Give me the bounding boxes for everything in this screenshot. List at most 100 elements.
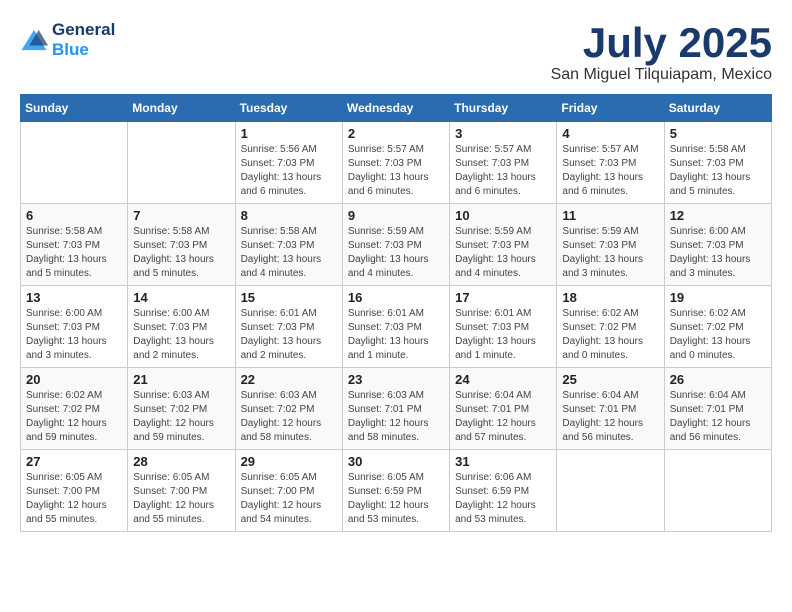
day-number: 24 <box>455 372 551 387</box>
day-info: Sunrise: 5:58 AM Sunset: 7:03 PM Dayligh… <box>670 143 766 199</box>
calendar-cell: 19 Sunrise: 6:02 AM Sunset: 7:02 PM Dayli… <box>664 286 771 368</box>
day-number: 19 <box>670 290 766 305</box>
calendar-cell: 6Sunrise: 5:58 AM Sunset: 7:03 PM Daylig… <box>21 204 128 286</box>
calendar-cell: 18Sunrise: 6:02 AM Sunset: 7:02 PM Dayli… <box>557 286 664 368</box>
day-number: 29 <box>241 454 337 469</box>
title-block: July 2025 San Miguel Tilquiapam, Mexico <box>551 20 772 84</box>
calendar-cell: 1 Sunrise: 5:56 AM Sunset: 7:03 PM Daylig… <box>235 122 342 204</box>
day-number: 2 <box>348 126 444 141</box>
calendar-cell: 9 Sunrise: 5:59 AM Sunset: 7:03 PM Daylig… <box>342 204 449 286</box>
calendar-cell: 31Sunrise: 6:06 AM Sunset: 6:59 PM Dayli… <box>450 450 557 532</box>
day-info: Sunrise: 5:57 AM Sunset: 7:03 PM Dayligh… <box>562 143 658 199</box>
calendar-cell: 29 Sunrise: 6:05 AM Sunset: 7:00 PM Dayli… <box>235 450 342 532</box>
calendar-cell: 10Sunrise: 5:59 AM Sunset: 7:03 PM Dayli… <box>450 204 557 286</box>
day-info: Sunrise: 6:00 AM Sunset: 7:03 PM Dayligh… <box>670 225 766 281</box>
day-number: 21 <box>133 372 229 387</box>
day-number: 7 <box>133 208 229 223</box>
day-number: 13 <box>26 290 122 305</box>
calendar-cell: 13 Sunrise: 6:00 AM Sunset: 7:03 PM Dayli… <box>21 286 128 368</box>
calendar-week-3: 13 Sunrise: 6:00 AM Sunset: 7:03 PM Dayli… <box>21 286 772 368</box>
day-info: Sunrise: 6:04 AM Sunset: 7:01 PM Dayligh… <box>455 389 551 445</box>
day-info: Sunrise: 6:05 AM Sunset: 6:59 PM Dayligh… <box>348 471 444 527</box>
calendar-cell: 30 Sunrise: 6:05 AM Sunset: 6:59 PM Dayli… <box>342 450 449 532</box>
calendar-week-4: 20 Sunrise: 6:02 AM Sunset: 7:02 PM Dayli… <box>21 368 772 450</box>
logo-icon <box>20 28 48 52</box>
calendar-body: 1 Sunrise: 5:56 AM Sunset: 7:03 PM Daylig… <box>21 122 772 532</box>
calendar-cell: 5 Sunrise: 5:58 AM Sunset: 7:03 PM Daylig… <box>664 122 771 204</box>
day-number: 31 <box>455 454 551 469</box>
day-info: Sunrise: 6:04 AM Sunset: 7:01 PM Dayligh… <box>562 389 658 445</box>
day-info: Sunrise: 6:01 AM Sunset: 7:03 PM Dayligh… <box>241 307 337 363</box>
day-info: Sunrise: 5:58 AM Sunset: 7:03 PM Dayligh… <box>241 225 337 281</box>
calendar-cell: 26 Sunrise: 6:04 AM Sunset: 7:01 PM Dayli… <box>664 368 771 450</box>
day-info: Sunrise: 6:01 AM Sunset: 7:03 PM Dayligh… <box>455 307 551 363</box>
weekday-header-wednesday: Wednesday <box>342 95 449 122</box>
day-info: Sunrise: 6:05 AM Sunset: 7:00 PM Dayligh… <box>241 471 337 527</box>
day-number: 11 <box>562 208 658 223</box>
calendar-week-5: 27Sunrise: 6:05 AM Sunset: 7:00 PM Dayli… <box>21 450 772 532</box>
calendar-cell <box>557 450 664 532</box>
weekday-header-saturday: Saturday <box>664 95 771 122</box>
calendar-cell: 8 Sunrise: 5:58 AM Sunset: 7:03 PM Daylig… <box>235 204 342 286</box>
day-number: 3 <box>455 126 551 141</box>
logo-text: General Blue <box>52 20 115 60</box>
calendar-cell: 22 Sunrise: 6:03 AM Sunset: 7:02 PM Dayli… <box>235 368 342 450</box>
day-number: 25 <box>562 372 658 387</box>
calendar-week-1: 1 Sunrise: 5:56 AM Sunset: 7:03 PM Daylig… <box>21 122 772 204</box>
calendar-cell: 14Sunrise: 6:00 AM Sunset: 7:03 PM Dayli… <box>128 286 235 368</box>
day-info: Sunrise: 6:02 AM Sunset: 7:02 PM Dayligh… <box>562 307 658 363</box>
day-info: Sunrise: 5:59 AM Sunset: 7:03 PM Dayligh… <box>562 225 658 281</box>
calendar-cell <box>664 450 771 532</box>
day-number: 9 <box>348 208 444 223</box>
weekday-header-thursday: Thursday <box>450 95 557 122</box>
day-info: Sunrise: 5:56 AM Sunset: 7:03 PM Dayligh… <box>241 143 337 199</box>
day-info: Sunrise: 5:57 AM Sunset: 7:03 PM Dayligh… <box>455 143 551 199</box>
calendar-cell: 23Sunrise: 6:03 AM Sunset: 7:01 PM Dayli… <box>342 368 449 450</box>
day-number: 14 <box>133 290 229 305</box>
calendar-week-2: 6Sunrise: 5:58 AM Sunset: 7:03 PM Daylig… <box>21 204 772 286</box>
day-number: 4 <box>562 126 658 141</box>
day-info: Sunrise: 5:58 AM Sunset: 7:03 PM Dayligh… <box>133 225 229 281</box>
day-info: Sunrise: 6:02 AM Sunset: 7:02 PM Dayligh… <box>670 307 766 363</box>
day-info: Sunrise: 6:00 AM Sunset: 7:03 PM Dayligh… <box>26 307 122 363</box>
calendar-table: SundayMondayTuesdayWednesdayThursdayFrid… <box>20 94 772 532</box>
calendar-cell: 21 Sunrise: 6:03 AM Sunset: 7:02 PM Dayli… <box>128 368 235 450</box>
day-number: 1 <box>241 126 337 141</box>
day-info: Sunrise: 6:03 AM Sunset: 7:02 PM Dayligh… <box>133 389 229 445</box>
day-number: 23 <box>348 372 444 387</box>
calendar-cell: 20 Sunrise: 6:02 AM Sunset: 7:02 PM Dayli… <box>21 368 128 450</box>
day-number: 15 <box>241 290 337 305</box>
weekday-header-row: SundayMondayTuesdayWednesdayThursdayFrid… <box>21 95 772 122</box>
weekday-header-sunday: Sunday <box>21 95 128 122</box>
calendar-cell: 12 Sunrise: 6:00 AM Sunset: 7:03 PM Dayli… <box>664 204 771 286</box>
day-number: 30 <box>348 454 444 469</box>
month-title: July 2025 <box>551 20 772 66</box>
day-number: 12 <box>670 208 766 223</box>
location: San Miguel Tilquiapam, Mexico <box>551 66 772 84</box>
logo: General Blue <box>20 20 115 60</box>
day-number: 20 <box>26 372 122 387</box>
calendar-cell: 4 Sunrise: 5:57 AM Sunset: 7:03 PM Daylig… <box>557 122 664 204</box>
page-header: General Blue July 2025 San Miguel Tilqui… <box>20 20 772 84</box>
day-info: Sunrise: 5:57 AM Sunset: 7:03 PM Dayligh… <box>348 143 444 199</box>
day-info: Sunrise: 6:05 AM Sunset: 7:00 PM Dayligh… <box>133 471 229 527</box>
calendar-cell: 24 Sunrise: 6:04 AM Sunset: 7:01 PM Dayli… <box>450 368 557 450</box>
day-number: 16 <box>348 290 444 305</box>
day-number: 22 <box>241 372 337 387</box>
day-info: Sunrise: 6:04 AM Sunset: 7:01 PM Dayligh… <box>670 389 766 445</box>
calendar-cell: 11 Sunrise: 5:59 AM Sunset: 7:03 PM Dayli… <box>557 204 664 286</box>
day-number: 26 <box>670 372 766 387</box>
weekday-header-tuesday: Tuesday <box>235 95 342 122</box>
day-number: 8 <box>241 208 337 223</box>
day-info: Sunrise: 6:03 AM Sunset: 7:02 PM Dayligh… <box>241 389 337 445</box>
day-info: Sunrise: 6:02 AM Sunset: 7:02 PM Dayligh… <box>26 389 122 445</box>
calendar-cell: 27Sunrise: 6:05 AM Sunset: 7:00 PM Dayli… <box>21 450 128 532</box>
calendar-cell <box>21 122 128 204</box>
calendar-cell: 15 Sunrise: 6:01 AM Sunset: 7:03 PM Dayli… <box>235 286 342 368</box>
day-info: Sunrise: 5:59 AM Sunset: 7:03 PM Dayligh… <box>348 225 444 281</box>
calendar-cell: 28Sunrise: 6:05 AM Sunset: 7:00 PM Dayli… <box>128 450 235 532</box>
day-number: 5 <box>670 126 766 141</box>
day-info: Sunrise: 5:58 AM Sunset: 7:03 PM Dayligh… <box>26 225 122 281</box>
day-info: Sunrise: 6:01 AM Sunset: 7:03 PM Dayligh… <box>348 307 444 363</box>
calendar-cell: 7 Sunrise: 5:58 AM Sunset: 7:03 PM Daylig… <box>128 204 235 286</box>
